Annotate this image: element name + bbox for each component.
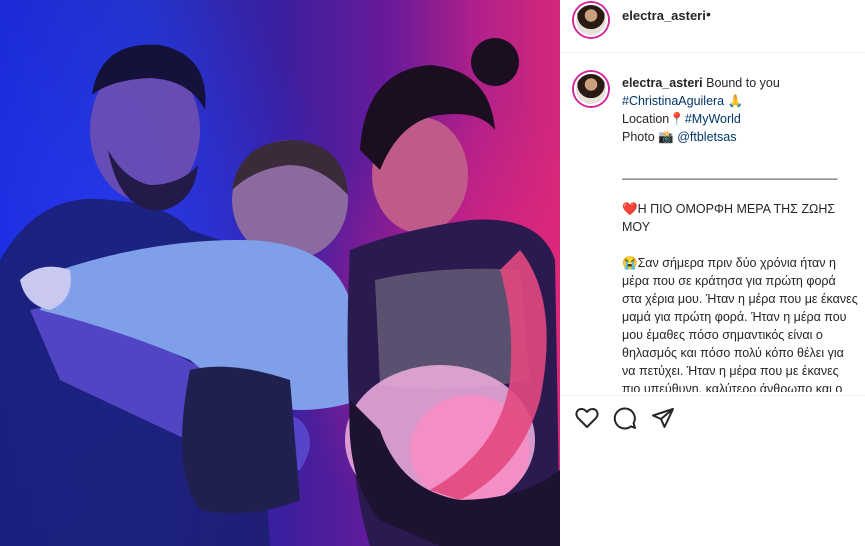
photographer-link[interactable]: @ftbletsas bbox=[677, 130, 736, 144]
post-caption: electra_asteri Bound to you #ChristinaAg… bbox=[622, 74, 858, 392]
post-photo[interactable] bbox=[0, 0, 560, 546]
caption-username[interactable]: electra_asteri bbox=[622, 76, 703, 90]
caption-body: Σαν σήμερα πριν δύο χρόνια ήταν η μέρα π… bbox=[622, 256, 858, 392]
actions-divider bbox=[560, 395, 865, 396]
header-username[interactable]: electra_asteri bbox=[622, 8, 706, 23]
post-actions bbox=[574, 405, 676, 431]
caption-headline: Η ΠΙΟ ΟΜΟΡΦΗ ΜΕΡΑ ΤΗΣ ΖΩΗΣ ΜΟΥ bbox=[622, 202, 836, 234]
pin-emoji: 📍 bbox=[669, 112, 685, 126]
hashtag-link[interactable]: #MyWorld bbox=[685, 112, 741, 126]
praying-hands-emoji: 🙏 bbox=[727, 94, 744, 108]
like-button[interactable] bbox=[574, 405, 600, 431]
photo-label: Photo bbox=[622, 130, 655, 144]
camera-emoji: 📸 bbox=[658, 130, 674, 144]
hashtag-link[interactable]: #ChristinaAguilera bbox=[622, 94, 724, 108]
avatar[interactable] bbox=[574, 3, 608, 37]
caption-separator: _______________________________ bbox=[622, 166, 838, 180]
paper-plane-icon bbox=[652, 408, 674, 428]
tear-emoji: 😭 bbox=[622, 256, 638, 270]
location-label: Location bbox=[622, 112, 670, 126]
heart-outline-icon bbox=[575, 408, 599, 428]
comment-bubble-icon bbox=[613, 407, 636, 430]
header-separator-dot: • bbox=[706, 6, 711, 22]
photo-illustration bbox=[0, 38, 560, 546]
comment-button[interactable] bbox=[612, 405, 638, 431]
post-header: electra_asteri • bbox=[560, 0, 865, 53]
woman-figure bbox=[345, 38, 560, 546]
caption-avatar[interactable] bbox=[574, 72, 608, 106]
heart-emoji: ❤️ bbox=[622, 202, 638, 216]
post-details-panel: electra_asteri • electra_asteri Bound to… bbox=[560, 0, 865, 546]
share-button[interactable] bbox=[650, 405, 676, 431]
caption-lead: Bound to you bbox=[706, 76, 780, 90]
